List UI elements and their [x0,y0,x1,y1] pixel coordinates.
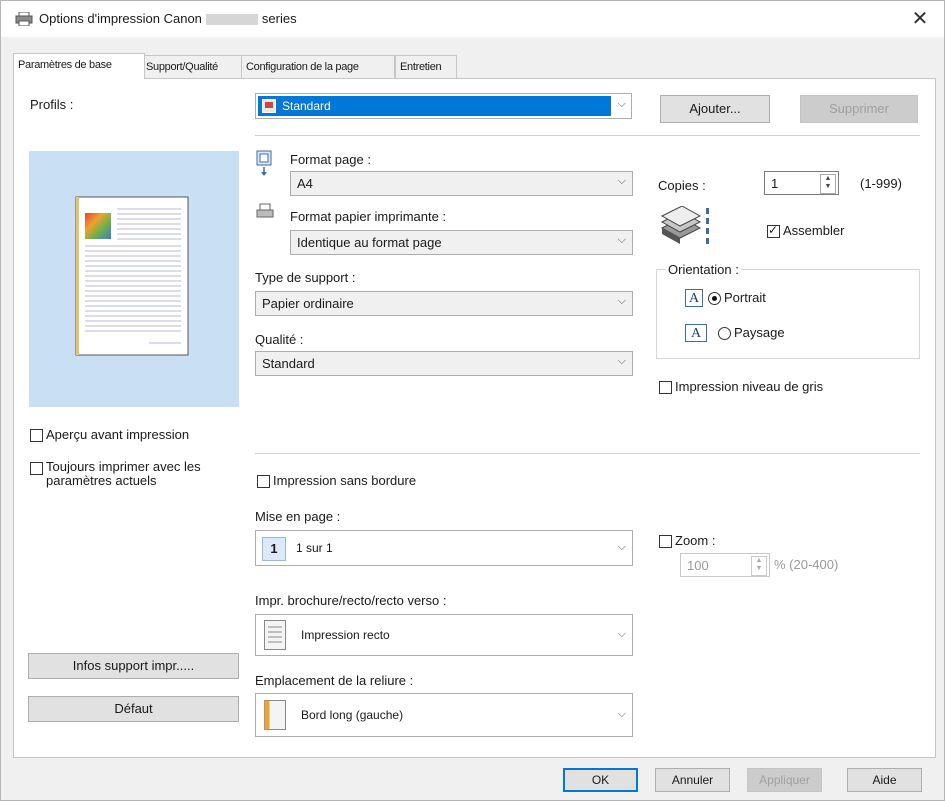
tab-basic-settings[interactable]: Paramètres de base [13,53,145,79]
chevron-down-icon: ⌵ [617,355,626,367]
orientation-group [656,269,920,359]
collate-stack-icon [660,206,709,244]
portrait-radio[interactable] [708,292,721,305]
copies-range: (1-999) [860,176,902,191]
close-icon[interactable]: ✕ [908,7,932,31]
chevron-down-icon: ⌵ [617,541,626,553]
binding-dropdown[interactable]: Bord long (gauche) ⌵ [255,693,633,737]
media-type-value: Papier ordinaire [262,296,354,311]
page-format-value: A4 [297,176,313,191]
help-button[interactable]: Aide [847,768,922,792]
separator-top [255,135,920,136]
chevron-down-icon: ⌵ [617,628,626,640]
borderless-label: Impression sans bordure [273,473,417,488]
title-bar: Options d'impression Canon series ✕ [1,1,944,37]
portrait-orientation-icon: A [685,289,703,307]
single-sided-icon [264,620,286,650]
grayscale-checkbox[interactable] [659,381,672,394]
apply-button[interactable]: Appliquer [747,768,822,792]
settings-panel: Profils : Standard ⌵ Ajouter... Supprime… [13,78,936,758]
cancel-button[interactable]: Annuler [655,768,730,792]
printer-paper-dropdown[interactable]: Identique au format page ⌵ [290,230,633,255]
profiles-dropdown[interactable]: Standard ⌵ [255,93,632,119]
page-format-dropdown[interactable]: A4 ⌵ [290,171,633,196]
grayscale-label: Impression niveau de gris [675,379,824,394]
duplex-label: Impr. brochure/recto/recto verso : [255,593,447,608]
chevron-down-icon: ⌵ [617,175,626,187]
add-profile-button[interactable]: Ajouter... [660,95,770,123]
layout-dropdown[interactable]: 1 1 sur 1 ⌵ [255,530,633,566]
default-button[interactable]: Défaut [28,696,239,722]
printer-paper-label: Format papier imprimante : [290,209,447,224]
zoom-checkbox[interactable] [659,535,672,548]
separator-middle [255,453,920,454]
spinner-arrows-icon[interactable]: ▲ ▼ [751,556,767,576]
profiles-value: Standard [282,99,331,113]
layout-value: 1 sur 1 [296,541,333,555]
duplex-dropdown[interactable]: Impression recto ⌵ [255,614,633,656]
page-preview-image [75,196,189,356]
ok-button[interactable]: OK [563,768,638,792]
quality-label: Qualité : [255,332,304,347]
zoom-spinner[interactable]: 100 ▲ ▼ [680,553,770,577]
binding-label: Emplacement de la reliure : [255,673,414,688]
media-info-button[interactable]: Infos support impr..... [28,653,239,679]
zoom-range: % (20-400) [774,557,839,572]
landscape-orientation-icon: A [685,324,707,342]
window-title: Options d'impression Canon series [39,11,297,26]
binding-value: Bord long (gauche) [301,708,404,722]
always-print-label: Toujours imprimer avec les paramètres ac… [46,459,201,488]
chevron-down-icon: ⌵ [617,708,626,720]
copies-spinner[interactable]: 1 ▲ ▼ [764,171,839,195]
chevron-down-icon: ⌵ [617,234,626,246]
profile-icon [262,99,276,113]
collate-checkbox[interactable] [767,223,780,238]
page-preview [29,151,239,407]
tab-maintenance[interactable]: Entretien [395,55,457,79]
chevron-down-icon: ⌵ [617,98,626,110]
tab-media-quality[interactable]: Support/Qualité [141,55,242,79]
media-type-label: Type de support : [255,270,356,285]
print-preview-checkbox[interactable] [30,429,43,442]
layout-label: Mise en page : [255,509,341,524]
profiles-label: Profils : [30,97,74,112]
quality-value: Standard [262,356,315,371]
layout-badge-icon: 1 [262,537,286,561]
printer-paper-value: Identique au format page [297,235,442,250]
zoom-value: 100 [687,558,709,573]
window-title-prefix: Options d'impression Canon [39,11,202,26]
zoom-label: Zoom : [675,533,716,548]
delete-profile-button[interactable]: Supprimer [800,95,918,123]
spinner-arrows-icon[interactable]: ▲ ▼ [820,174,836,194]
copies-value: 1 [771,176,779,191]
collate-label: Assembler [783,223,845,238]
page-size-icon [256,150,272,176]
tab-page-setup[interactable]: Configuration de la page [241,55,395,79]
orientation-label: Orientation : [666,262,741,277]
portrait-label: Portrait [724,290,766,305]
print-preview-label: Aperçu avant impression [46,427,190,442]
printer-icon [15,12,33,26]
media-type-dropdown[interactable]: Papier ordinaire ⌵ [255,291,633,316]
duplex-value: Impression recto [301,628,390,642]
landscape-radio[interactable] [718,327,731,340]
chevron-down-icon: ⌵ [617,295,626,307]
window-title-suffix: series [261,11,297,26]
page-format-label: Format page : [290,152,371,167]
binding-long-edge-icon [264,700,286,730]
always-print-checkbox[interactable] [30,462,43,475]
model-name-redacted [205,14,258,26]
quality-dropdown[interactable]: Standard ⌵ [255,351,633,376]
borderless-checkbox[interactable] [257,475,270,488]
copies-label: Copies : [658,178,706,193]
landscape-label: Paysage [734,325,785,340]
paper-tray-icon [256,203,274,218]
print-options-window: Options d'impression Canon series ✕ Param… [0,0,945,801]
